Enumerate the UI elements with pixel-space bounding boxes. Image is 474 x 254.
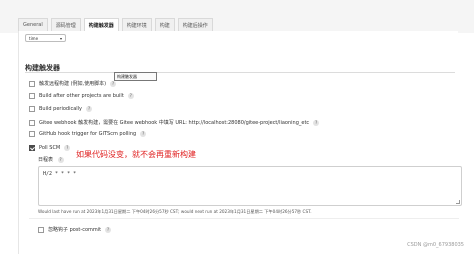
trigger-gitee-webhook-label: Gitee webhook 触发构建，需要在 Gitee webhook 中填写… xyxy=(39,120,310,126)
trigger-gitee-webhook-checkbox[interactable] xyxy=(29,119,35,126)
schedule-label: 日程表 ? xyxy=(38,156,64,163)
schedule-label-text: 日程表 xyxy=(38,157,54,163)
trigger-github-hook[interactable]: GitHub hook trigger for GITScm polling ? xyxy=(29,131,147,137)
trigger-poll-scm-checkbox[interactable] xyxy=(29,145,35,151)
trigger-github-hook-checkbox[interactable] xyxy=(29,131,35,137)
trigger-remote-checkbox[interactable] xyxy=(29,80,35,87)
tooltip: 构建触发器 xyxy=(114,72,157,81)
ignore-post-commit-label: 忽略钩子 post-commit xyxy=(48,227,102,233)
schedule-value: H/2 * * * * xyxy=(43,171,77,177)
tab-build-triggers[interactable]: 构建触发器 xyxy=(83,18,119,31)
resize-handle-icon[interactable] xyxy=(456,200,460,204)
trigger-poll-scm-label: Poll SCM xyxy=(39,145,61,151)
tab-general[interactable]: General xyxy=(18,18,48,31)
chevron-down-icon: ▾ xyxy=(59,36,62,41)
help-icon[interactable]: ? xyxy=(64,145,71,151)
watermark: CSDN @m0_67938035 xyxy=(407,242,464,248)
config-panel xyxy=(18,31,458,254)
annotation-text: 如果代码没变，就不会再重新构建 xyxy=(76,150,196,159)
trigger-after-other-projects-label: Build after other projects are built xyxy=(39,93,124,99)
tab-build[interactable]: 构建 xyxy=(154,18,175,31)
tab-list: General 源码管理 构建触发器 构建环境 构建 构建后操作 xyxy=(18,18,216,31)
help-icon[interactable]: ? xyxy=(105,226,112,233)
trigger-poll-scm[interactable]: Poll SCM ? xyxy=(29,145,71,151)
tab-build-environment[interactable]: 构建环境 xyxy=(121,18,152,31)
section-divider xyxy=(25,72,455,73)
tab-post-build-actions[interactable]: 构建后操作 xyxy=(177,18,213,31)
trigger-build-periodically[interactable]: Build periodically ? xyxy=(29,106,93,112)
help-icon[interactable]: ? xyxy=(127,93,134,99)
run-info: Would last have run at 2023年1月31日星期二 下午0… xyxy=(38,209,312,214)
trigger-gitee-webhook[interactable]: Gitee webhook 触发构建，需要在 Gitee webhook 中填写… xyxy=(29,119,320,126)
time-select[interactable]: time ▾ xyxy=(25,34,66,42)
ignore-post-commit[interactable]: 忽略钩子 post-commit ? xyxy=(38,226,112,233)
trigger-remote[interactable]: 触发远程构建 (例如,使用脚本) ? xyxy=(29,80,117,87)
help-icon[interactable]: ? xyxy=(313,119,320,126)
help-icon[interactable]: ? xyxy=(140,131,147,137)
divider xyxy=(29,218,459,219)
help-icon[interactable]: ? xyxy=(86,106,93,112)
time-select-value: time xyxy=(29,36,39,41)
help-icon[interactable]: ? xyxy=(110,80,117,87)
trigger-github-hook-label: GitHub hook trigger for GITScm polling xyxy=(39,131,137,137)
tab-bar: General 源码管理 构建触发器 构建环境 构建 构建后操作 xyxy=(0,0,474,33)
schedule-textarea[interactable]: H/2 * * * * xyxy=(38,166,462,206)
trigger-remote-label: 触发远程构建 (例如,使用脚本) xyxy=(39,81,107,87)
help-icon[interactable]: ? xyxy=(57,157,64,163)
trigger-build-periodically-checkbox[interactable] xyxy=(29,106,35,112)
trigger-build-periodically-label: Build periodically xyxy=(39,106,83,112)
tab-source-control[interactable]: 源码管理 xyxy=(50,18,81,31)
trigger-after-other-projects[interactable]: Build after other projects are built ? xyxy=(29,93,134,99)
ignore-post-commit-checkbox[interactable] xyxy=(38,226,44,233)
trigger-after-other-projects-checkbox[interactable] xyxy=(29,93,35,99)
